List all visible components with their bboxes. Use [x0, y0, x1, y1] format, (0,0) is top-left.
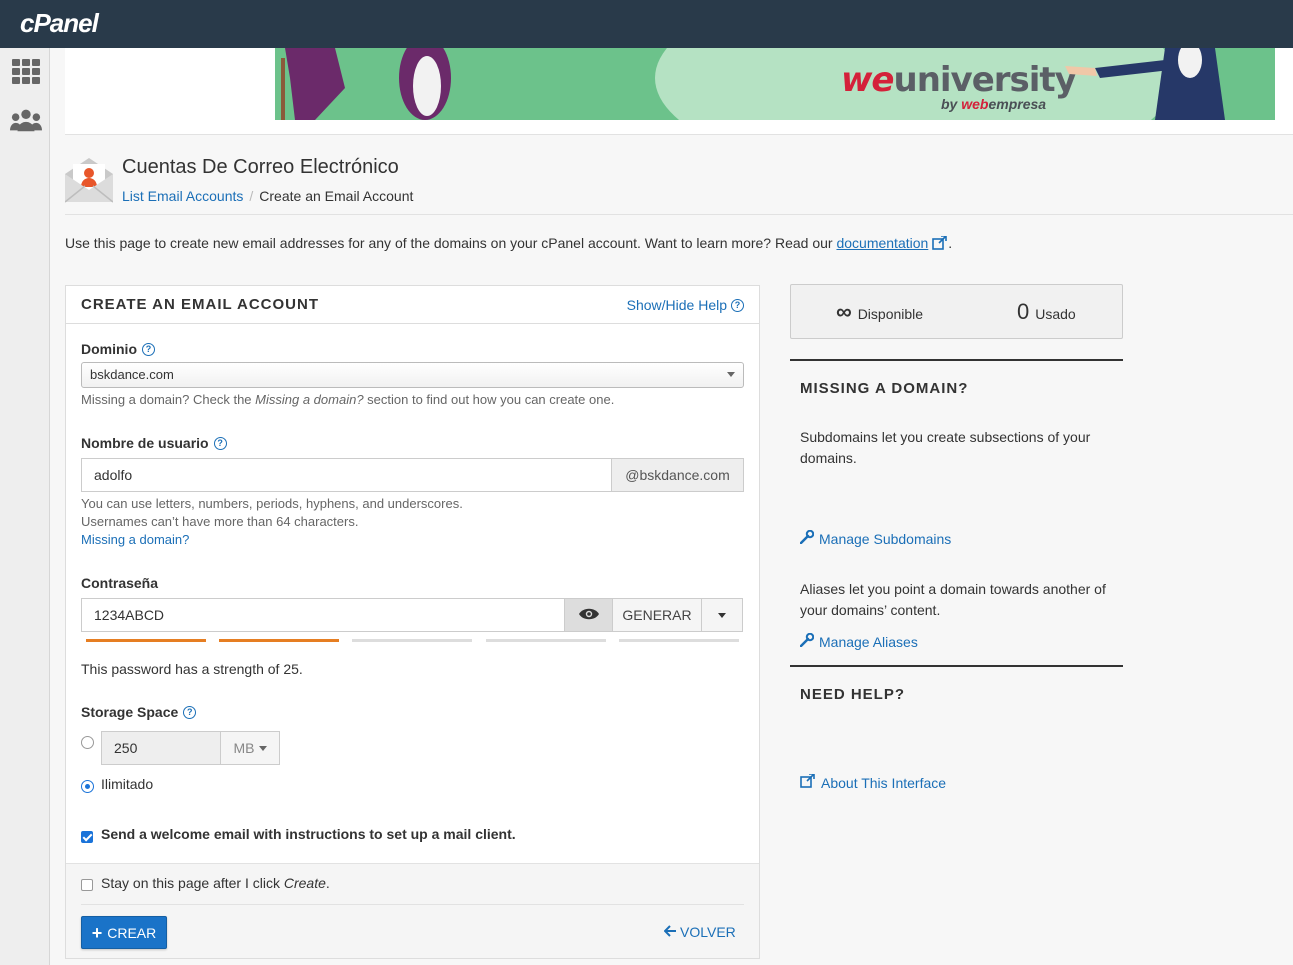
intro-text: Use this page to create new email addres… [65, 235, 953, 253]
domain-select[interactable]: bskdance.com [81, 362, 744, 388]
wrench-icon [799, 529, 815, 547]
weuniversity-banner[interactable]: weuniversity by webempresa [275, 48, 1275, 120]
card-title: CREATE AN EMAIL ACCOUNT [81, 296, 319, 313]
main-content: weuniversity by webempresa Cuentas De Co… [50, 48, 1293, 965]
account-stats: ∞ Disponible 0 Usado [790, 284, 1123, 339]
top-bar: cPanel [0, 0, 1293, 48]
external-link-icon [932, 235, 948, 253]
domain-hint: Missing a domain? Check the Missing a do… [81, 392, 615, 407]
banner-brand: weuniversity [841, 60, 1077, 100]
create-button[interactable]: + CREAR [81, 916, 167, 949]
domain-help-icon[interactable]: ? [142, 342, 155, 356]
storage-custom-radio[interactable] [81, 736, 94, 749]
email-envelope-icon [64, 156, 114, 204]
strength-bar-1 [86, 639, 206, 642]
strength-bar-4 [486, 639, 606, 642]
missing-domain-heading: MISSING A DOMAIN? [800, 380, 969, 397]
missing-domain-link[interactable]: Missing a domain? [81, 531, 189, 549]
welcome-email-label: Send a welcome email with instructions t… [101, 826, 516, 842]
strength-bar-2 [219, 639, 339, 642]
breadcrumb: List Email Accounts / Create an Email Acco… [122, 188, 413, 204]
aliases-text: Aliases let you point a domain towards a… [800, 581, 1106, 618]
breadcrumb-list-email-accounts[interactable]: List Email Accounts [122, 188, 243, 204]
need-help-heading: NEED HELP? [800, 686, 906, 703]
card-header: CREATE AN EMAIL ACCOUNT Show/Hide Help? [66, 286, 759, 324]
strength-bar-5 [619, 639, 739, 642]
banner-area: weuniversity by webempresa [65, 48, 1293, 135]
stat-available: ∞ Disponible [836, 299, 924, 324]
show-hide-help-link[interactable]: Show/Hide Help? [627, 297, 744, 313]
generate-password-button[interactable]: GENERAR [612, 598, 702, 632]
header-divider [65, 214, 1293, 215]
password-input[interactable]: 1234ABCD [81, 598, 565, 632]
stay-on-page-checkbox[interactable] [81, 879, 93, 891]
banner-byline: by webempresa [941, 96, 1047, 112]
username-hint-1: You can use letters, numbers, periods, h… [81, 496, 463, 511]
welcome-email-checkbox[interactable] [81, 831, 93, 843]
arrow-left-icon [663, 924, 676, 940]
generate-options-button[interactable] [701, 598, 743, 632]
grid-apps-icon[interactable] [10, 58, 42, 86]
page-title: Cuentas De Correo Electrónico [122, 156, 399, 178]
eye-icon [578, 607, 600, 624]
side-nav [0, 48, 50, 965]
need-help-rule [790, 665, 1123, 667]
cpanel-logo[interactable]: cPanel [20, 8, 99, 39]
chevron-down-icon [727, 372, 735, 377]
username-domain-suffix: @bskdance.com [611, 458, 744, 492]
wrench-icon [799, 632, 815, 650]
storage-unlimited-radio[interactable] [81, 780, 94, 793]
plus-icon: + [91, 922, 103, 943]
username-hint-2: Usernames can’t have more than 64 charac… [81, 514, 359, 529]
storage-quota-input[interactable]: 250 [101, 731, 221, 765]
username-input[interactable]: adolfo [81, 458, 612, 492]
stat-used: 0 Usado [1017, 299, 1076, 324]
breadcrumb-separator: / [249, 188, 254, 204]
external-link-icon [800, 773, 816, 791]
storage-label: Storage Space? [81, 704, 197, 720]
storage-unit-dropdown[interactable]: MB [220, 731, 280, 765]
help-circle-icon: ? [731, 298, 744, 312]
subdomains-text: Subdomains let you create subsections of… [800, 429, 1091, 466]
documentation-link[interactable]: documentation [836, 235, 928, 251]
create-email-card: CREATE AN EMAIL ACCOUNT Show/Hide Help? … [65, 285, 760, 959]
storage-unlimited-label: Ilimitado [101, 776, 154, 792]
manage-aliases-link[interactable]: Manage Aliases [799, 632, 918, 650]
missing-domain-rule [790, 359, 1123, 361]
card-footer: Stay on this page after I click Create. … [66, 863, 759, 958]
password-strength-text: This password has a strength of 25. [81, 661, 303, 677]
users-icon[interactable] [10, 106, 42, 134]
about-interface-link[interactable]: About This Interface [800, 773, 946, 791]
username-label: Nombre de usuario? [81, 435, 227, 451]
storage-help-icon[interactable]: ? [183, 705, 197, 719]
back-link[interactable]: VOLVER [663, 924, 736, 940]
caret-down-icon [258, 745, 267, 751]
domain-label: Dominio? [81, 341, 155, 357]
caret-down-icon [718, 612, 726, 618]
strength-bar-3 [352, 639, 472, 642]
stay-on-page-label: Stay on this page after I click Create. [101, 875, 330, 891]
breadcrumb-current: Create an Email Account [259, 188, 414, 204]
show-password-button[interactable] [564, 598, 613, 632]
manage-subdomains-link[interactable]: Manage Subdomains [799, 529, 951, 547]
password-label: Contraseña [81, 575, 159, 591]
username-help-icon[interactable]: ? [213, 436, 227, 450]
